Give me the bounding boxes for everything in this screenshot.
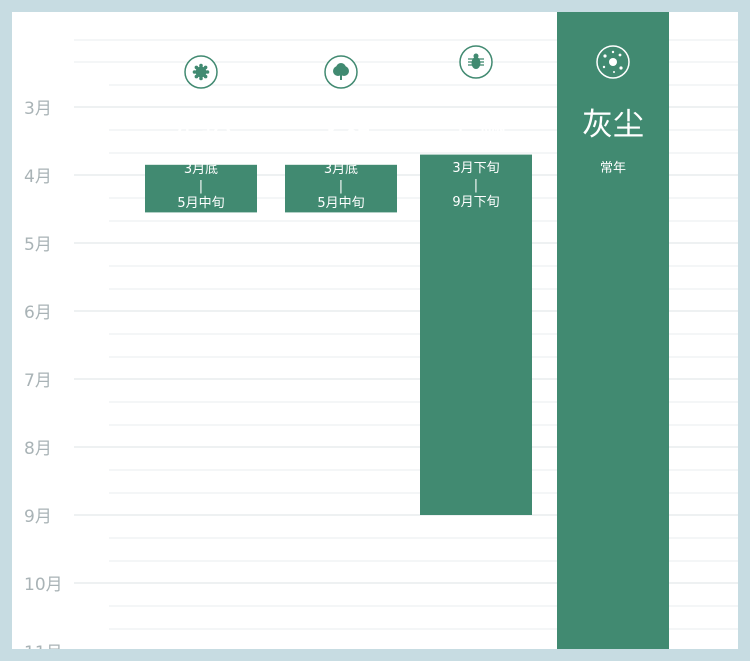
- dust-icon: [596, 45, 630, 79]
- bar-group-4: 灰尘常年: [557, 12, 669, 649]
- bar-range-text: 9月下旬: [452, 195, 499, 210]
- month-label-layer: 3月 4月 5月 6月 7月 8月 9月 10月 11月: [24, 99, 63, 649]
- allergen-timeline-chart: 3月 4月 5月 6月 7月 8月 9月 10月 11月 花粉 3月底 | 5月中旬 飞絮 3月底 | 5月中…: [24, 12, 738, 649]
- month-label: 5月: [24, 235, 52, 255]
- month-label: 8月: [24, 439, 52, 459]
- bar-layer: 花粉 3月底 | 5月中旬 飞絮 3月底 | 5月中旬 尘螨 3月下旬 | 9月下旬 灰尘常年: [145, 12, 669, 649]
- bar-group-1: 花粉 3月底 | 5月中旬: [145, 55, 257, 213]
- month-label: 6月: [24, 303, 52, 323]
- bar-range-text: 常年: [600, 161, 626, 176]
- bar-title: 花粉: [170, 118, 232, 154]
- bar-title: 飞絮: [310, 118, 372, 154]
- month-label: 4月: [24, 167, 52, 187]
- bar-range-text: |: [339, 179, 343, 194]
- pollen-icon: [184, 55, 218, 89]
- bar-range-text: |: [474, 178, 478, 193]
- bar-group-2: 飞絮 3月底 | 5月中旬: [285, 55, 397, 213]
- dust-mite-icon: [459, 45, 493, 79]
- bar-group-3: 尘螨 3月下旬 | 9月下旬: [420, 45, 532, 515]
- bar-title: 尘螨: [445, 107, 507, 143]
- month-label: 10月: [24, 575, 63, 595]
- bar-range-text: 3月底: [324, 161, 358, 177]
- chart-frame: 3月 4月 5月 6月 7月 8月 9月 10月 11月 花粉 3月底 | 5月中旬 飞絮 3月底 | 5月中…: [12, 12, 738, 649]
- month-label: 9月: [24, 507, 52, 527]
- month-label: 3月: [24, 99, 52, 119]
- bar-range-text: 5月中旬: [177, 196, 224, 211]
- catkin-tree-icon: [324, 55, 358, 89]
- month-label: 7月: [24, 371, 52, 391]
- bar-range-text: 3月底: [184, 161, 218, 177]
- bar-range-text: 5月中旬: [317, 196, 364, 211]
- month-label: 11月: [24, 643, 63, 649]
- bar-range-text: 3月下旬: [452, 161, 499, 176]
- bar-title: 灰尘: [582, 107, 644, 143]
- bar-range-text: |: [199, 179, 203, 194]
